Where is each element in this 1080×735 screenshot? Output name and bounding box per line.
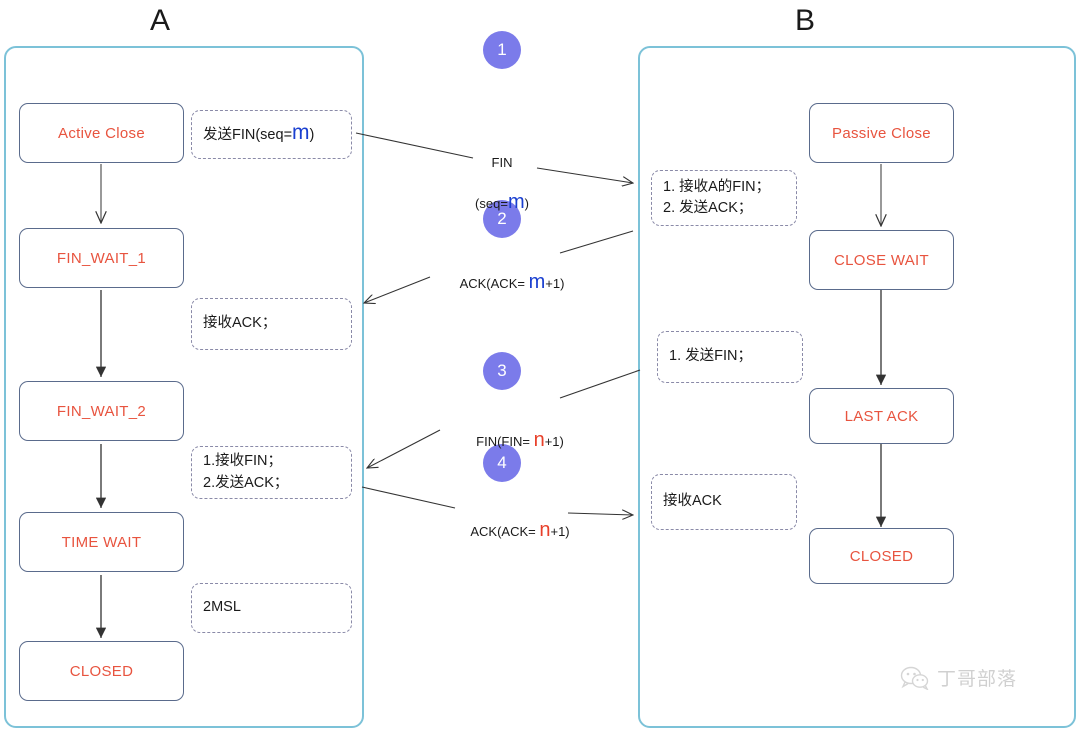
highlight-n: n: [533, 428, 545, 451]
watermark: 丁哥部落: [900, 664, 1017, 691]
note-line: 发送FIN(seq=m): [203, 121, 315, 145]
message-line-1: FIN: [491, 154, 513, 170]
note-receive-ack-a: 接收ACK；: [191, 298, 352, 350]
note-2msl: 2MSL: [191, 583, 352, 633]
state-box-passive-close: Passive Close: [809, 103, 954, 163]
message-line-1: FIN(FIN= n+1): [476, 428, 564, 451]
step-circle-3: 3: [483, 352, 521, 390]
message-label-fin-n-plus-1: FIN(FIN= n+1): [455, 410, 585, 471]
watermark-text: 丁哥部落: [937, 669, 1018, 690]
state-box-fin-wait-1: FIN_WAIT_1: [19, 228, 184, 288]
message-line-2: (seq=m): [475, 190, 529, 213]
panel-title-b: B: [795, 4, 816, 37]
note-receive-ack-b: 接收ACK: [651, 474, 797, 530]
message-line-1: ACK(ACK= n+1): [470, 518, 570, 541]
note-send-fin-seq-m: 发送FIN(seq=m): [191, 110, 352, 159]
message-label-fin-seq-m: FIN (seq=m): [449, 133, 555, 233]
state-box-closed-b: CLOSED: [809, 528, 954, 584]
note-send-fin-b: 1. 发送FIN；: [657, 331, 803, 383]
state-box-closed-a: CLOSED: [19, 641, 184, 701]
message-line-1: ACK(ACK= m+1): [459, 270, 565, 293]
state-box-close-wait: CLOSE WAIT: [809, 230, 954, 290]
wechat-icon: [900, 666, 929, 690]
diagram-canvas: A B Active Close FIN_WAIT_1 FIN_WAIT_2 T…: [0, 0, 1080, 735]
highlight-m: m: [292, 121, 310, 145]
message-label-ack-n-plus-1: ACK(ACK= n+1): [450, 500, 590, 561]
state-box-active-close: Active Close: [19, 103, 184, 163]
note-receive-fin-send-ack: 1.接收FIN； 2.发送ACK；: [191, 446, 352, 499]
state-box-time-wait: TIME WAIT: [19, 512, 184, 572]
note-receive-a-fin-send-ack: 1. 接收A的FIN； 2. 发送ACK；: [651, 170, 797, 226]
highlight-m: m: [528, 270, 546, 293]
state-box-last-ack: LAST ACK: [809, 388, 954, 444]
message-label-ack-m-plus-1: ACK(ACK= m+1): [437, 252, 587, 313]
panel-title-a: A: [150, 4, 171, 37]
highlight-m: m: [507, 190, 525, 213]
step-circle-1: 1: [483, 31, 521, 69]
highlight-n: n: [539, 518, 551, 541]
state-box-fin-wait-2: FIN_WAIT_2: [19, 381, 184, 441]
